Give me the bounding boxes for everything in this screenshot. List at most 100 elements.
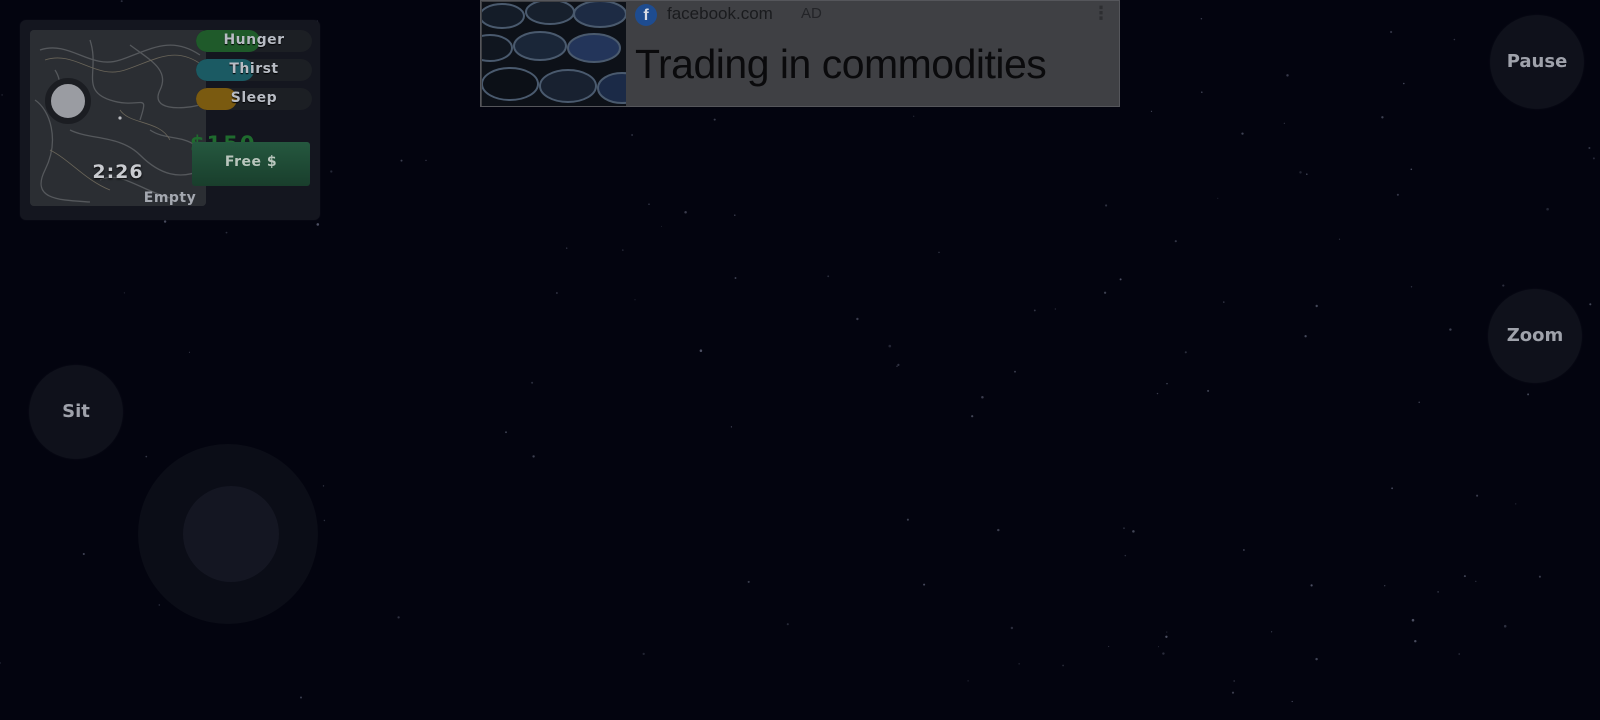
star [1410,168,1413,171]
free-money-button[interactable]: Free $ [192,142,310,186]
star [1403,82,1405,85]
more-options-icon[interactable]: ⋮ [1092,3,1110,24]
star [1315,657,1318,661]
star [734,277,737,279]
star [1283,122,1285,124]
star [1310,584,1313,587]
star [1291,700,1293,703]
star [1592,157,1595,160]
star [1201,91,1203,93]
minimap[interactable]: 2:26 [30,30,206,206]
star [981,395,984,399]
star [971,415,974,418]
star [397,616,400,619]
star [1437,591,1439,593]
game-viewport[interactable]: 2:26 Hunger Thirst Sleep $150 Free $ Emp… [0,0,1600,720]
star [1132,530,1135,533]
star [1200,17,1203,20]
star [1286,74,1289,77]
star [642,652,645,656]
star [913,115,915,117]
star [1411,618,1415,622]
star [897,363,900,367]
star [1241,132,1244,135]
star [1165,635,1168,638]
star [1166,631,1168,633]
thirst-bar: Thirst [196,59,312,81]
pause-button[interactable]: Pause [1490,15,1584,109]
star [997,528,1000,532]
star [225,231,228,234]
star [1306,173,1308,175]
star [938,251,940,254]
pause-button-label: Pause [1506,51,1568,72]
facebook-icon: f [635,4,657,26]
star [786,623,789,626]
star [1184,351,1187,354]
ad-domain: facebook.com [667,4,773,23]
star [1396,193,1399,196]
movement-joystick[interactable] [138,444,318,624]
star [684,211,687,214]
star [1166,382,1168,385]
star [1103,291,1107,294]
star [1299,171,1302,174]
star [1304,335,1307,338]
star [1150,110,1153,112]
star [0,662,1,664]
star [505,431,507,434]
ad-banner[interactable]: f facebook.com AD ⋮ Trading in commoditi… [480,0,1120,107]
star [661,225,662,227]
star [631,134,634,136]
zoom-button[interactable]: Zoom [1488,289,1582,383]
star [322,485,325,487]
joystick-knob[interactable] [183,486,279,582]
star [1271,631,1273,633]
sleep-label: Sleep [230,90,278,106]
sit-button[interactable]: Sit [29,365,123,459]
star [1207,389,1210,392]
star [1231,691,1235,694]
star [621,249,624,251]
star [1502,284,1505,287]
star [923,583,926,586]
star [1527,393,1530,396]
star [1107,645,1110,648]
hunger-bar: Hunger [196,30,312,52]
star [1156,392,1159,395]
star [1389,30,1393,34]
star [300,696,302,699]
star [906,518,909,521]
star [1315,304,1318,308]
star [967,680,969,682]
star [1124,554,1127,557]
star [888,344,892,348]
star [827,275,830,278]
star [556,292,558,294]
star [1410,286,1413,288]
star [400,159,403,162]
star [1,94,3,96]
star [1123,527,1125,530]
star [145,455,148,458]
star [1463,575,1466,578]
star [1538,575,1541,578]
game-clock: 2:26 [92,161,144,183]
star [188,351,190,353]
inventory-status: Empty [143,190,197,206]
star [1476,494,1479,497]
star [1515,503,1517,505]
star [1157,646,1160,648]
star [566,247,568,249]
star [747,580,750,583]
star [1119,278,1122,281]
star [1062,664,1065,667]
zoom-button-label: Zoom [1506,325,1564,346]
star [1391,487,1393,490]
star [316,223,320,226]
star [82,552,85,556]
hunger-label: Hunger [223,32,285,48]
star [1503,624,1507,628]
star [1223,301,1225,303]
ad-headline[interactable]: Trading in commodities [635,41,1047,88]
